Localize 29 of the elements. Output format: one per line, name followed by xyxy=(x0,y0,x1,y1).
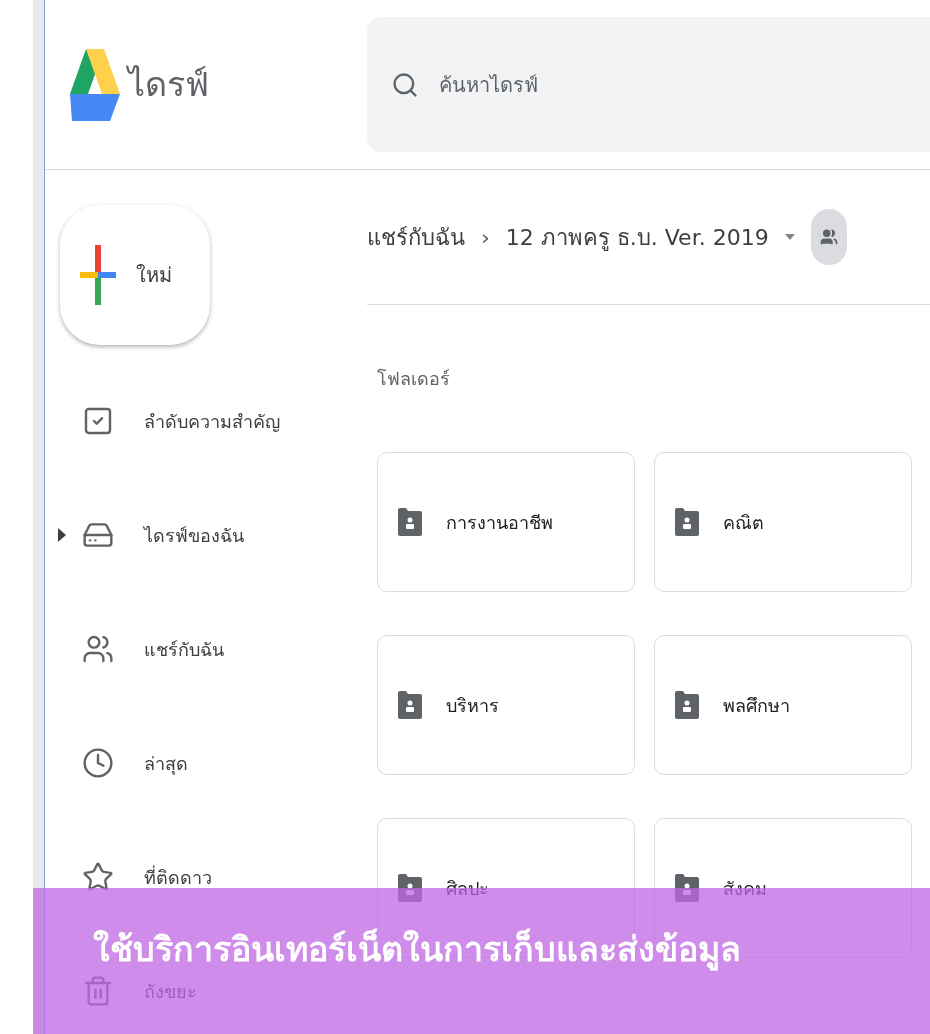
plus-icon xyxy=(80,245,116,305)
people-icon xyxy=(82,633,114,665)
sidebar-item[interactable]: แชร์กับฉัน xyxy=(78,613,240,685)
shared-folder-icon xyxy=(398,691,422,719)
sidebar-item[interactable]: ลำดับความสำคัญ xyxy=(78,385,296,457)
shared-folder-icon xyxy=(398,508,422,536)
breadcrumb-link[interactable]: 12 ภาพครู ธ.บ. Ver. 2019 xyxy=(505,220,769,254)
shared-folder-icon xyxy=(675,691,699,719)
dropdown-caret-icon[interactable] xyxy=(784,234,795,240)
app-title: ไดรฟ์ xyxy=(128,63,209,106)
search-field[interactable]: ค้นหาไดรฟ์ xyxy=(439,69,930,100)
new-button[interactable]: ใหม่ xyxy=(60,205,210,345)
shared-people-icon xyxy=(810,209,847,265)
search-icon[interactable] xyxy=(391,70,419,99)
folder-card[interactable]: พลศึกษา xyxy=(654,635,912,775)
sidebar-item[interactable]: ล่าสุด xyxy=(78,727,204,799)
section-title: โฟลเดอร์ xyxy=(377,367,451,391)
breadcrumb-separator: › xyxy=(481,223,490,252)
folder-card[interactable]: การงานอาชีพ xyxy=(377,452,635,592)
expand-arrow-icon[interactable] xyxy=(57,528,66,542)
breadcrumb-link[interactable]: แชร์กับฉัน xyxy=(367,220,465,254)
shared-folder-icon xyxy=(675,508,699,536)
folder-card[interactable]: บริหาร xyxy=(377,635,635,775)
check-square-icon xyxy=(82,405,114,437)
sidebar-item[interactable]: ที่ติดดาว xyxy=(78,841,228,913)
drive-logo-icon xyxy=(70,48,120,121)
sidebar-item[interactable]: ไดรฟ์ของฉัน xyxy=(78,499,260,571)
folder-card[interactable]: คณิต xyxy=(654,452,912,592)
clock-icon xyxy=(82,747,114,779)
